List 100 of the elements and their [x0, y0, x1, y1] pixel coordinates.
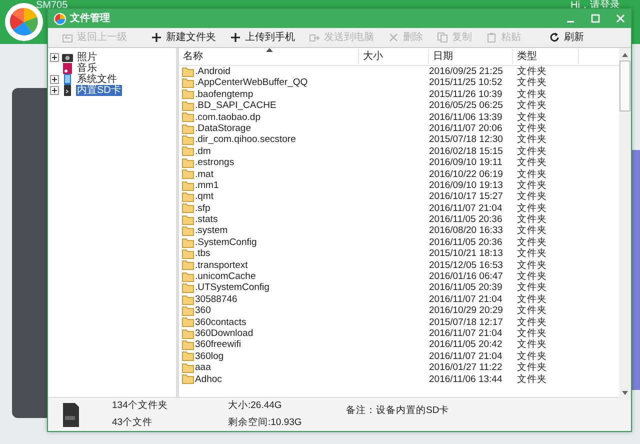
file-name[interactable]: 360Download	[179, 328, 359, 340]
vertical-scrollbar[interactable]	[619, 48, 631, 400]
type-cell-text: 文件夹	[516, 362, 548, 374]
file-name[interactable]: 360	[179, 305, 359, 317]
file-name[interactable]: .UTSystemConfig	[179, 282, 359, 294]
file-name[interactable]: .AppCenterWebBuffer_QQ	[179, 77, 359, 89]
date-cell-text: 2016/11/05 20:42	[429, 339, 504, 351]
file-name[interactable]: .com.taobao.dp	[179, 112, 359, 123]
type-cell-text: 文件夹	[516, 134, 548, 146]
type-cell-text: 文件夹	[516, 180, 548, 191]
device-name: SM705	[36, 0, 68, 12]
file-name[interactable]: .stats	[179, 214, 359, 226]
free-space: 剩余空间:10.93G	[228, 416, 303, 430]
type-cell-text: 文件夹	[516, 282, 548, 294]
column-header[interactable]: 名称	[179, 49, 359, 64]
paste-icon	[486, 32, 497, 43]
type-cell-text: 文件夹	[516, 374, 548, 385]
folder-icon	[182, 260, 194, 270]
type-cell-text: 文件夹	[516, 122, 548, 134]
window-title: 文件管理	[70, 12, 110, 26]
type-cell-text: 文件夹	[516, 271, 548, 282]
toolbar-button[interactable]: 新建文件夹	[145, 28, 222, 46]
date-cell-text: 2015/11/25 10:52	[429, 77, 504, 89]
file-name[interactable]: .system	[179, 225, 359, 237]
file-name[interactable]: 360freewifi	[179, 339, 359, 351]
folder-icon	[182, 238, 194, 248]
file-name[interactable]: .dir_com.qihoo.secstore	[179, 134, 359, 146]
folder-icon	[182, 351, 194, 362]
date-cell-text: 2015/10/21 18:13	[429, 248, 504, 260]
file-name[interactable]: .BD_SAPI_CACHE	[179, 100, 359, 112]
type-cell-text: 文件夹	[516, 350, 548, 362]
date-cell-text: 2016/11/07 21:04	[429, 350, 504, 362]
folder-icon	[182, 135, 194, 146]
folder-icon	[182, 362, 194, 373]
type-cell-text: 文件夹	[516, 168, 548, 180]
column-header[interactable]: 大小	[359, 49, 429, 64]
total-size: 大小:26.44G	[228, 399, 283, 414]
folder-icon	[182, 112, 194, 122]
folder-icon	[182, 124, 194, 134]
tree-item[interactable]: 系统文件	[76, 74, 118, 85]
expand-icon[interactable]	[50, 75, 59, 84]
type-cell-text: 文件夹	[516, 328, 548, 339]
folder-icon	[182, 192, 194, 202]
file-name[interactable]: .Android	[179, 66, 359, 78]
type-cell-text: 文件夹	[516, 248, 548, 260]
file-name[interactable]: .mm1	[179, 180, 359, 192]
tree-item[interactable]: 照片	[76, 52, 98, 63]
file-name[interactable]: Adhoc	[179, 374, 359, 385]
close-icon[interactable]	[616, 14, 625, 23]
toolbar-button[interactable]: 刷新	[543, 28, 590, 46]
expand-icon[interactable]	[50, 53, 59, 62]
folder-icon	[182, 169, 194, 180]
folder-icon	[182, 328, 194, 339]
folder-icon	[182, 100, 194, 111]
file-name[interactable]: .mat	[179, 168, 359, 180]
date-cell-text: 2016/11/05 20:39	[429, 282, 504, 294]
file-name[interactable]: .dm	[179, 146, 359, 158]
music-icon	[61, 62, 74, 75]
file-name[interactable]: aaa	[179, 362, 359, 374]
file-name[interactable]: .DataStorage	[179, 122, 359, 134]
file-name[interactable]: 30588746	[179, 294, 359, 306]
column-header[interactable]: 类型	[513, 49, 579, 64]
file-name[interactable]: .SystemConfig	[179, 236, 359, 248]
date-cell-text: 2016/11/07 21:04	[429, 328, 504, 340]
date-cell-text: 2015/11/26 10:39	[429, 88, 504, 100]
file-name[interactable]: .qmt	[179, 191, 359, 203]
file-name[interactable]: .estrongs	[179, 157, 359, 169]
folder-icon	[182, 283, 194, 294]
file-name[interactable]: .transportext	[179, 260, 359, 272]
date-cell-text: 2015/07/18 12:30	[429, 134, 504, 146]
toolbar-button[interactable]: 上传到手机	[224, 28, 301, 46]
sort-arrow-icon[interactable]	[266, 48, 273, 52]
folder-icon	[182, 89, 194, 100]
file-name[interactable]: 360contacts	[179, 316, 359, 328]
file-name[interactable]: .unicomCache	[179, 271, 359, 282]
type-cell-text: 文件夹	[516, 202, 548, 214]
storage-note: 备注：设备内置的SD卡	[346, 404, 450, 418]
folder-icon	[182, 272, 194, 282]
file-name[interactable]: 360log	[179, 350, 359, 362]
type-cell-text: 文件夹	[516, 294, 548, 305]
date-cell-text: 2015/12/05 16:53	[429, 260, 504, 272]
file-name[interactable]: .tbs	[179, 248, 359, 260]
file-name[interactable]: .baofengtemp	[179, 88, 359, 100]
type-cell-text: 文件夹	[516, 112, 548, 123]
folder-icon	[182, 374, 194, 384]
sd-card-icon	[61, 84, 74, 97]
tree-item[interactable]: 内置SD卡	[76, 85, 122, 96]
delete-icon	[388, 32, 399, 43]
date-cell-text: 2016/11/06 13:44	[429, 374, 504, 385]
maximize-icon[interactable]	[591, 14, 600, 23]
expand-icon[interactable]	[50, 86, 59, 95]
type-cell-text: 文件夹	[516, 225, 548, 237]
type-cell-text: 文件夹	[516, 66, 548, 77]
app-logo-icon	[54, 12, 66, 24]
date-cell-text: 2016/11/07 20:06	[429, 122, 504, 134]
type-cell-text: 文件夹	[516, 260, 548, 271]
column-header[interactable]: 日期	[429, 49, 513, 64]
file-name[interactable]: .sfp	[179, 202, 359, 214]
tree-item[interactable]: 音乐	[76, 63, 98, 74]
phone-icon	[61, 73, 74, 86]
